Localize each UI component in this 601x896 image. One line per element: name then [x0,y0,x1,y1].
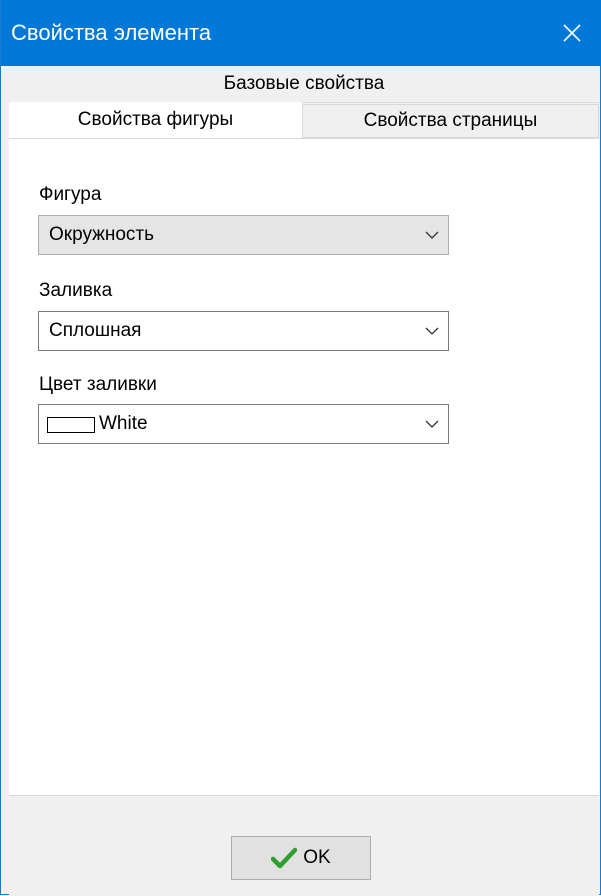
chevron-down-icon [425,327,439,335]
tab-panel-figure: Фигура Окружность Заливка Сплошная Цвет … [9,138,599,795]
figure-select[interactable]: Окружность [38,215,449,255]
tab-figure-properties[interactable]: Свойства фигуры [9,102,302,138]
fill-label: Заливка [39,280,113,301]
chevron-down-icon [425,231,439,239]
properties-dialog: Свойства элемента Базовые свойства Свойс… [0,0,601,896]
fill-color-select-value: White [99,413,148,434]
tab-base-properties[interactable]: Базовые свойства [9,66,599,102]
close-button[interactable] [543,0,601,66]
fill-color-label: Цвет заливки [39,374,157,395]
figure-select-value: Окружность [49,224,155,245]
dialog-body: Базовые свойства Свойства фигуры Свойств… [9,66,599,896]
close-icon [563,24,581,42]
checkmark-icon [271,847,298,869]
dialog-footer: OK [9,795,599,896]
chevron-down-icon [425,420,439,428]
window-title: Свойства элемента [11,20,212,45]
figure-label: Фигура [39,184,102,205]
ok-button-label: OK [303,847,331,868]
tab-page-properties[interactable]: Свойства страницы [302,104,599,138]
fill-color-select[interactable]: White [38,404,449,444]
fill-select-value: Сплошная [49,320,142,341]
fill-select[interactable]: Сплошная [38,311,449,351]
title-bar: Свойства элемента [1,0,601,66]
color-swatch [47,417,95,433]
ok-button[interactable]: OK [231,836,371,880]
